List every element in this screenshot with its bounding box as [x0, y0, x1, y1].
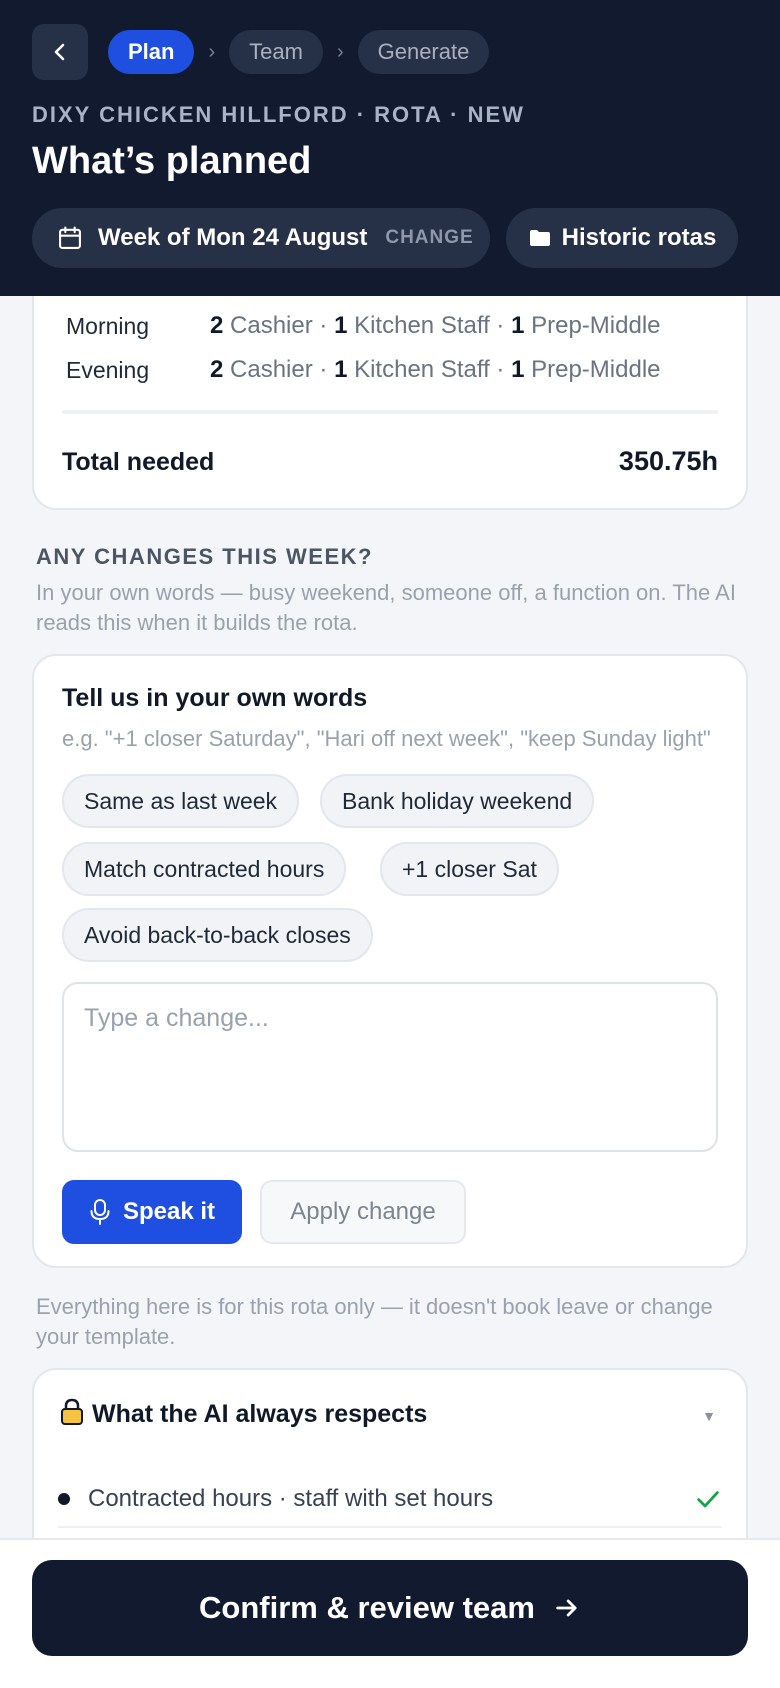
- list-item: Contracted hours · staff with set hours: [58, 1478, 722, 1520]
- arrow-right-icon: [556, 1599, 577, 1617]
- role-count: 1: [334, 312, 348, 339]
- bottom-action-bar: Confirm & review team: [0, 1538, 780, 1688]
- speak-button[interactable]: Speak it: [62, 1180, 242, 1244]
- historic-rotas-label: Historic rotas: [561, 224, 717, 251]
- chip-match-contracted-hours[interactable]: Match contracted hours: [62, 842, 347, 896]
- shift-row-morning: Morning 2 Cashier · 1 Kitchen Staff · 1 …: [66, 308, 661, 344]
- chevron-right-icon: ›: [336, 40, 344, 63]
- changes-footnote: Everything here is for this rota only — …: [36, 1294, 713, 1349]
- chip-avoid-back-to-back[interactable]: Avoid back-to-back closes: [62, 908, 373, 962]
- ai-respects-title: What the AI always respects: [92, 1400, 428, 1428]
- chevron-right-icon: ›: [208, 40, 216, 63]
- changes-hint: e.g. "+1 closer Saturday", "Hari off nex…: [62, 726, 711, 751]
- role-count: 2: [210, 312, 224, 339]
- apply-change-button[interactable]: Apply change: [260, 1180, 466, 1244]
- total-needed-label: Total needed: [62, 448, 215, 476]
- changes-section-heading: ANY CHANGES THIS WEEK?: [36, 544, 373, 569]
- role-name: Kitchen Staff: [354, 312, 490, 339]
- role-count: 1: [511, 312, 525, 339]
- speak-button-label: Speak it: [122, 1198, 216, 1225]
- week-label: Week of Mon 24 August: [98, 224, 368, 251]
- chevron-left-icon: [54, 43, 65, 61]
- chip-bank-holiday-weekend[interactable]: Bank holiday weekend: [320, 774, 595, 828]
- change-week-link[interactable]: CHANGE: [385, 227, 473, 249]
- page-eyebrow: DIXY CHICKEN HILLFORD · ROTA · NEW: [32, 102, 525, 127]
- bullet: [58, 1493, 70, 1505]
- role-name: Cashier: [230, 356, 313, 383]
- change-input[interactable]: [62, 982, 718, 1152]
- role-count: 2: [210, 356, 224, 383]
- microphone-icon: [90, 1199, 110, 1225]
- respect-item-text: Contracted hours · staff with set hours: [88, 1485, 494, 1512]
- check-icon: [697, 1491, 719, 1508]
- header: Plan › Team › Generate DIXY CHICKEN HILL…: [0, 0, 780, 296]
- caret-down-icon[interactable]: ▼: [702, 1408, 716, 1424]
- divider: [62, 410, 718, 414]
- role-count: 1: [334, 356, 348, 383]
- breadcrumb-plan[interactable]: Plan: [108, 30, 195, 74]
- chip-closer-sat[interactable]: +1 closer Sat: [380, 842, 559, 896]
- page-title: What’s planned: [32, 140, 312, 182]
- divider: [58, 1526, 722, 1528]
- breadcrumb-generate[interactable]: Generate: [357, 30, 490, 74]
- changes-card: Tell us in your own words e.g. "+1 close…: [32, 654, 748, 1268]
- shift-name: Evening: [66, 356, 150, 383]
- breadcrumb-team[interactable]: Team: [229, 30, 323, 74]
- historic-rotas-button[interactable]: Historic rotas: [506, 208, 738, 268]
- role-name: Cashier: [230, 312, 313, 339]
- changes-card-title: Tell us in your own words: [62, 684, 368, 712]
- role-name: Prep-Middle: [531, 356, 661, 383]
- breadcrumb: Plan › Team › Generate: [108, 30, 490, 74]
- shift-name: Morning: [66, 312, 150, 339]
- shift-roles: 2 Cashier · 1 Kitchen Staff · 1 Prep-Mid…: [210, 312, 661, 339]
- shift-row-evening: Evening 2 Cashier · 1 Kitchen Staff · 1 …: [66, 352, 661, 388]
- shift-roles: 2 Cashier · 1 Kitchen Staff · 1 Prep-Mid…: [210, 356, 661, 383]
- changes-section-subtitle: In your own words — busy weekend, someon…: [36, 580, 736, 635]
- lock-icon: [61, 1398, 83, 1425]
- chip-same-as-last-week[interactable]: Same as last week: [62, 774, 300, 828]
- calendar-icon: [59, 226, 81, 249]
- total-needed-value: 350.75h: [618, 446, 718, 476]
- role-name: Kitchen Staff: [354, 356, 490, 383]
- confirm-button-label: Confirm & review team: [199, 1590, 535, 1625]
- confirm-review-team-button[interactable]: Confirm & review team: [32, 1560, 748, 1656]
- role-name: Prep-Middle: [531, 312, 661, 339]
- back-button[interactable]: [32, 24, 88, 80]
- folder-icon: [529, 230, 550, 246]
- week-selector[interactable]: Week of Mon 24 August CHANGE: [32, 208, 490, 268]
- role-count: 1: [511, 356, 525, 383]
